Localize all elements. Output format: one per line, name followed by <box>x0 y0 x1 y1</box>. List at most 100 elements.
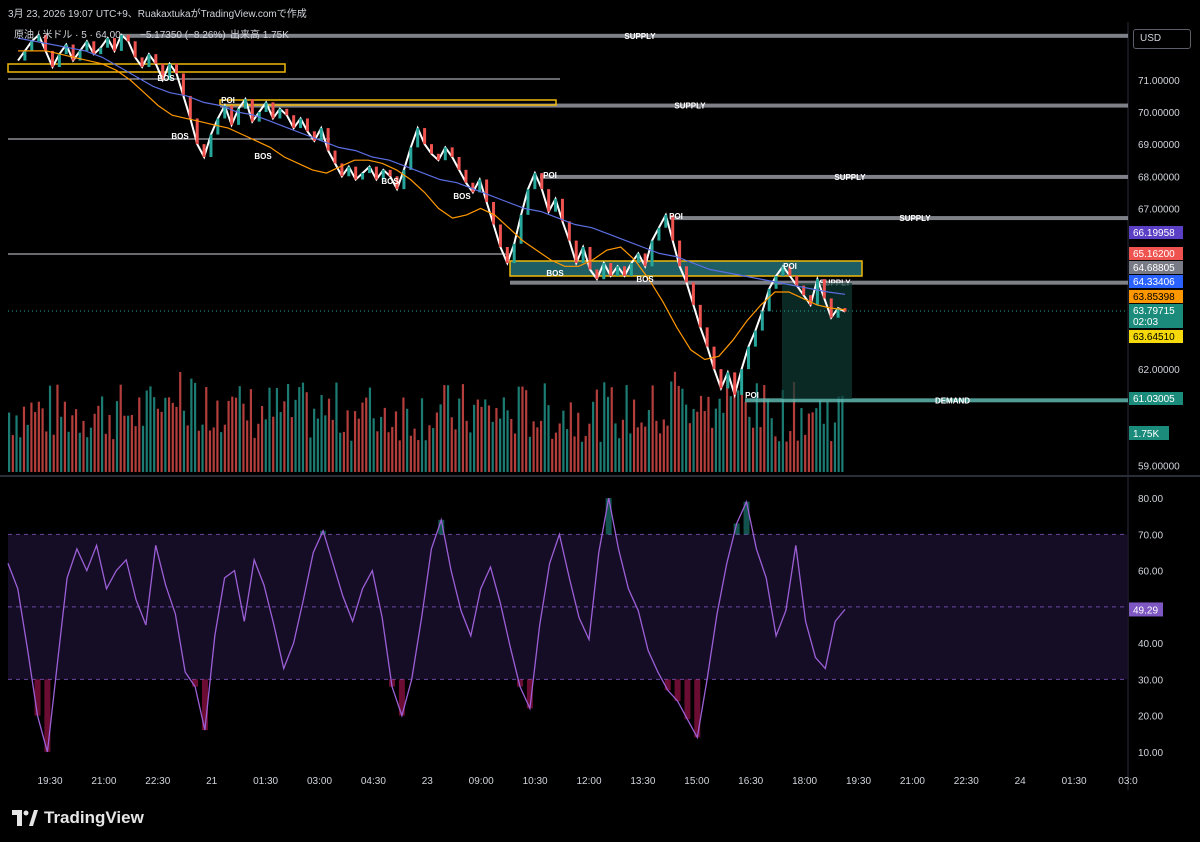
candle <box>443 147 447 161</box>
time-tick-label: 21:00 <box>91 776 116 787</box>
tradingview-logo-icon <box>12 810 38 826</box>
price-badge-value: 63.79715 <box>1133 306 1175 317</box>
volume-bar <box>339 432 342 472</box>
candle <box>457 157 461 170</box>
volume-bar <box>67 431 70 472</box>
volume-bar <box>800 408 803 472</box>
volume-bar <box>740 392 744 472</box>
candle <box>436 153 440 161</box>
volume-bar <box>499 418 502 472</box>
poi-label: POI <box>543 171 557 180</box>
candle <box>195 118 199 145</box>
volume-bar <box>428 425 431 472</box>
volume-bar <box>313 408 316 472</box>
zone-label: SUPPLY <box>834 173 866 182</box>
zone-label: SUPPLY <box>624 32 656 41</box>
candle <box>464 169 468 183</box>
bos-label: BOS <box>546 269 564 278</box>
volume-bar <box>454 429 457 472</box>
volume-bar <box>22 406 26 472</box>
zone-label: SUPPLY <box>899 214 931 223</box>
candle <box>209 134 213 157</box>
chart-canvas[interactable]: SUPPLYSUPPLYSUPPLYSUPPLYSUPPLYDEMAND POI… <box>0 0 1200 790</box>
rsi-tick-label: 10.00 <box>1138 748 1163 759</box>
time-tick-label: 15:00 <box>684 776 709 787</box>
candle <box>533 173 537 190</box>
volume-bar <box>242 403 245 472</box>
volume-bar <box>335 382 338 472</box>
volume-bar <box>127 415 130 472</box>
volume-bar <box>41 408 44 472</box>
time-tick-label: 21:00 <box>900 776 925 787</box>
volume-bar <box>123 415 126 472</box>
candle <box>678 240 682 267</box>
volume-bar <box>696 411 699 472</box>
volume-bar <box>673 371 677 472</box>
volume-bar <box>566 429 569 472</box>
volume-bar <box>391 426 394 472</box>
candle <box>760 311 764 331</box>
legend-text: 原油 / 米ドル · 5 · 64.00 <box>14 28 121 41</box>
volume-bar <box>15 415 18 472</box>
volume-bar <box>19 437 22 472</box>
rsi-tick-label: 80.00 <box>1138 494 1163 505</box>
price-tick-label: 67.00000 <box>1138 204 1180 215</box>
volume-bar <box>30 402 33 472</box>
candle <box>554 198 558 212</box>
candle <box>809 295 813 305</box>
candle <box>326 128 330 151</box>
price-series <box>17 33 847 399</box>
volume-bar <box>376 431 379 472</box>
volume-bar <box>554 432 558 472</box>
volume-bar <box>78 432 81 472</box>
volume-bar <box>632 399 636 472</box>
price-axis: 71.00000 70.00000 69.00000 68.00000 67.00000… <box>1138 76 1180 759</box>
poi-label: POI <box>669 212 683 221</box>
candle <box>133 41 137 58</box>
currency-button[interactable]: USD <box>1133 29 1191 49</box>
bos-label: BOS <box>157 74 175 83</box>
volume-bar <box>651 385 654 472</box>
candle <box>498 224 502 247</box>
volume-bar <box>160 411 163 472</box>
price-badge-value: 61.03005 <box>1133 394 1175 405</box>
volume-bar <box>610 387 613 472</box>
volume-bar <box>194 382 197 472</box>
candle <box>622 266 626 276</box>
volume-bar <box>547 405 550 472</box>
candle <box>243 99 247 109</box>
candle <box>312 131 316 141</box>
candle <box>147 54 151 67</box>
volume-bar <box>249 389 252 472</box>
volume-bar <box>93 413 96 472</box>
candle <box>402 169 406 190</box>
volume-bar <box>134 426 137 472</box>
poi-label: POI <box>745 391 759 400</box>
volume-bar <box>573 436 576 472</box>
volume-bar <box>558 423 561 472</box>
rsi-oversold-fill <box>44 679 51 752</box>
volume-bar <box>424 440 427 472</box>
bos-label: BOS <box>171 132 189 141</box>
volume-bar <box>443 385 446 472</box>
candle <box>30 41 34 51</box>
volume-bar <box>246 420 249 472</box>
volume-bar <box>138 397 141 472</box>
volume-bar <box>469 432 472 472</box>
time-tick-label: 10:30 <box>523 776 548 787</box>
volume-bar <box>34 412 37 472</box>
volume-bar <box>238 386 241 472</box>
volume-bar <box>26 424 29 472</box>
candle <box>753 330 757 347</box>
annotations: POI POI POI POI POI BOS BOS BOS BOS BOS BOS BOS <box>157 74 797 400</box>
volume-bar <box>815 408 818 472</box>
brand[interactable]: TradingView <box>12 808 144 828</box>
volume-bar <box>629 433 632 472</box>
rsi-oversold-fill <box>34 679 41 716</box>
volume-bar <box>778 441 781 472</box>
candle <box>354 166 358 180</box>
candle <box>450 147 454 157</box>
volume-bar <box>577 412 580 472</box>
time-tick-label: 23 <box>422 776 434 787</box>
volume-bar <box>606 396 610 472</box>
